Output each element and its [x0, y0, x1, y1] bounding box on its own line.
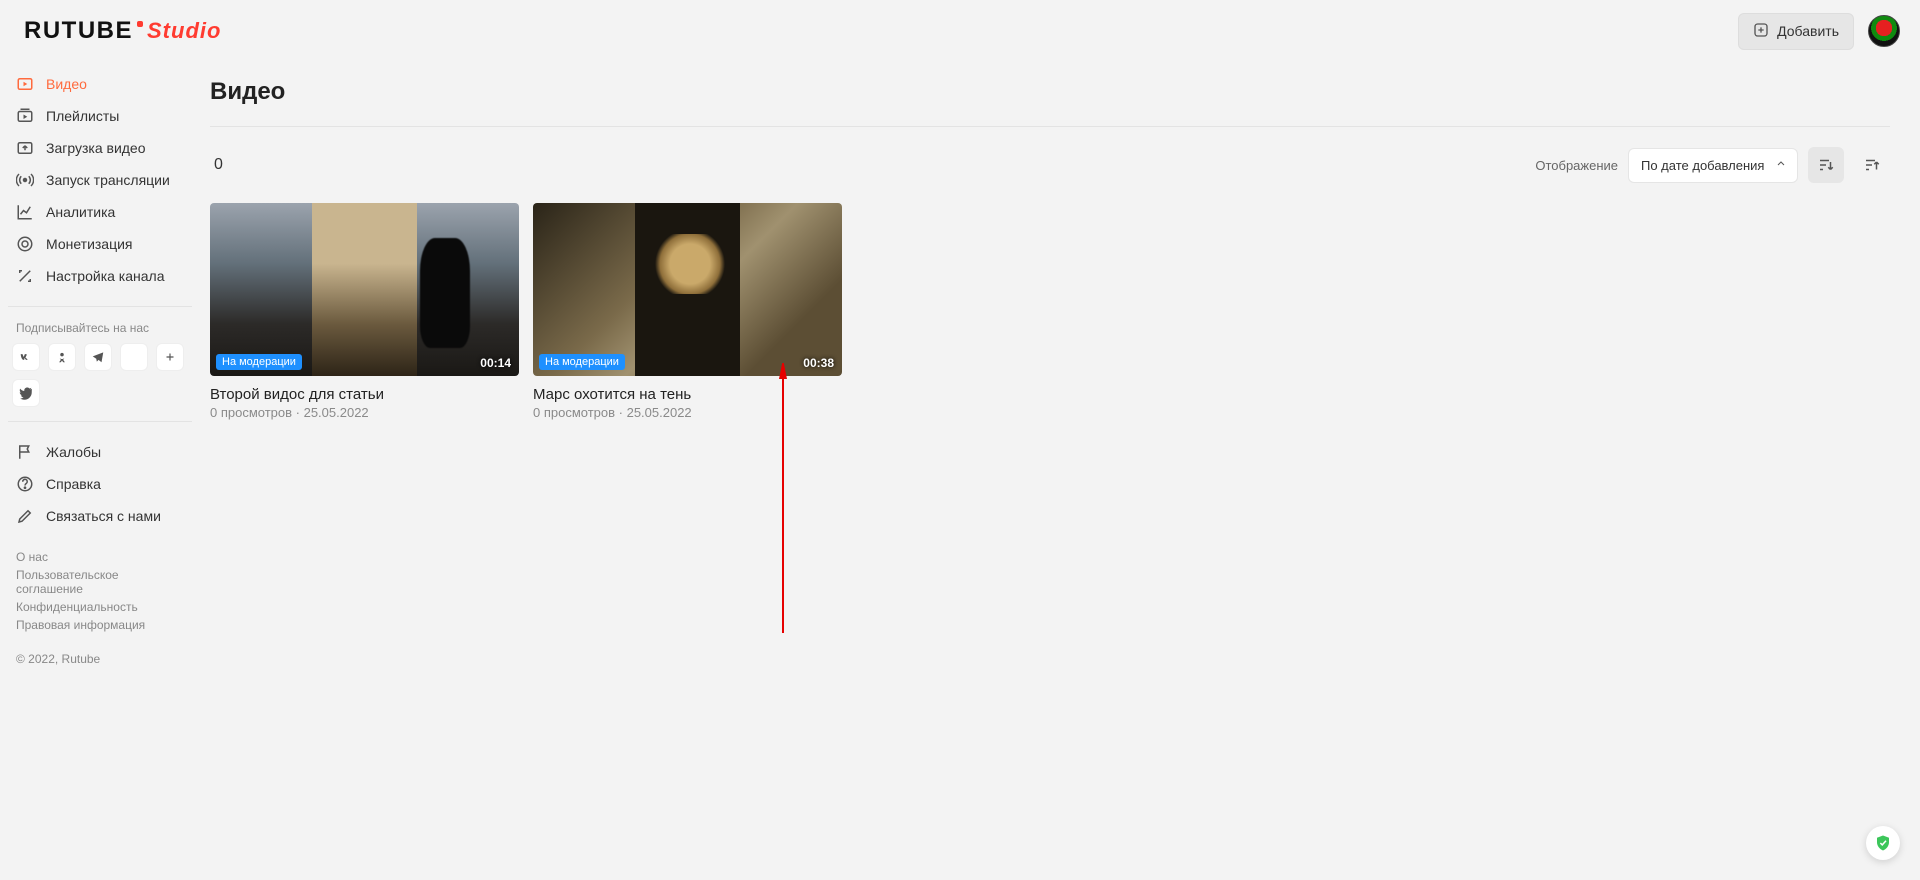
footer-link-legal[interactable]: Правовая информация	[16, 616, 184, 634]
page-title: Видео	[210, 72, 1890, 126]
sidebar-item-upload[interactable]: Загрузка видео	[0, 132, 200, 164]
wand-icon	[16, 267, 34, 285]
broadcast-icon	[16, 171, 34, 189]
sidebar-item-label: Плейлисты	[46, 108, 119, 124]
divider	[8, 421, 192, 422]
upload-icon	[16, 139, 34, 157]
sidebar-item-analytics[interactable]: Аналитика	[0, 196, 200, 228]
sidebar-item-contact[interactable]: Связаться с нами	[0, 500, 200, 532]
video-duration: 00:14	[480, 356, 511, 370]
sidebar-item-settings[interactable]: Настройка канала	[0, 260, 200, 292]
video-card: На модерации 00:14 Второй видос для стат…	[210, 203, 519, 420]
divider	[210, 126, 1890, 127]
sidebar-item-label: Запуск трансляции	[46, 172, 170, 188]
sidebar-item-label: Настройка канала	[46, 268, 165, 284]
sort-select-value: По дате добавления	[1641, 158, 1764, 173]
play-box-icon	[16, 75, 34, 93]
logo-dot-icon	[137, 21, 143, 27]
video-card: На модерации 00:38 Марс охотится на тень…	[533, 203, 842, 420]
video-sub: 0 просмотров · 25.05.2022	[210, 405, 519, 420]
footer-link-about[interactable]: О нас	[16, 548, 184, 566]
divider	[8, 306, 192, 307]
video-thumbnail[interactable]: На модерации 00:38	[533, 203, 842, 376]
edit-icon	[16, 507, 34, 525]
copyright: © 2022, Rutube	[0, 640, 200, 678]
sidebar-item-live[interactable]: Запуск трансляции	[0, 164, 200, 196]
social-ok-icon[interactable]	[48, 343, 76, 371]
social-telegram-icon[interactable]	[84, 343, 112, 371]
social-vk-icon[interactable]	[12, 343, 40, 371]
sidebar-item-help[interactable]: Справка	[0, 468, 200, 500]
sidebar-item-label: Аналитика	[46, 204, 115, 220]
sidebar-item-label: Загрузка видео	[46, 140, 146, 156]
toolbar: 0 Отображение По дате добавления	[210, 147, 1890, 183]
sort-select[interactable]: По дате добавления	[1628, 148, 1798, 183]
footer-link-privacy[interactable]: Конфиденциальность	[16, 598, 184, 616]
add-button[interactable]: Добавить	[1738, 13, 1854, 50]
sidebar-item-label: Связаться с нами	[46, 508, 161, 524]
sidebar-item-label: Жалобы	[46, 444, 101, 460]
social-plus-icon[interactable]	[156, 343, 184, 371]
header-bar: RUTUBE Studio Добавить	[0, 0, 1920, 62]
sidebar-item-label: Справка	[46, 476, 101, 492]
subscribe-label: Подписывайтесь на нас	[0, 321, 200, 343]
video-thumbnail[interactable]: На модерации 00:14	[210, 203, 519, 376]
chevron-up-icon	[1775, 158, 1787, 173]
logo-studio-text: Studio	[147, 18, 221, 44]
avatar[interactable]	[1868, 15, 1900, 47]
video-grid: На модерации 00:14 Второй видос для стат…	[210, 203, 1890, 420]
sidebar-item-label: Видео	[46, 76, 87, 92]
video-title[interactable]: Второй видос для статьи	[210, 386, 519, 403]
display-label: Отображение	[1535, 158, 1618, 173]
video-sub: 0 просмотров · 25.05.2022	[533, 405, 842, 420]
social-twitter-icon[interactable]	[12, 379, 40, 407]
footer-link-terms[interactable]: Пользовательское соглашение	[16, 566, 184, 598]
analytics-icon	[16, 203, 34, 221]
sidebar: Видео Плейлисты Загрузка видео Запуск тр…	[0, 62, 200, 880]
coin-icon	[16, 235, 34, 253]
sort-asc-button[interactable]	[1854, 147, 1890, 183]
sort-desc-button[interactable]	[1808, 147, 1844, 183]
question-icon	[16, 475, 34, 493]
status-badge: На модерации	[216, 354, 302, 370]
security-shield-icon[interactable]	[1866, 826, 1900, 860]
video-duration: 00:38	[803, 356, 834, 370]
sidebar-item-complaints[interactable]: Жалобы	[0, 436, 200, 468]
video-count: 0	[210, 156, 223, 174]
flag-icon	[16, 443, 34, 461]
logo[interactable]: RUTUBE Studio	[24, 17, 221, 45]
main-content: Видео 0 Отображение По дате добавления	[200, 62, 1920, 880]
sidebar-item-video[interactable]: Видео	[0, 68, 200, 100]
playlist-icon	[16, 107, 34, 125]
social-blank-icon[interactable]	[120, 343, 148, 371]
sidebar-item-label: Монетизация	[46, 236, 133, 252]
status-badge: На модерации	[539, 354, 625, 370]
sidebar-item-playlists[interactable]: Плейлисты	[0, 100, 200, 132]
plus-square-icon	[1753, 22, 1769, 41]
logo-text: RUTUBE	[24, 17, 133, 45]
sidebar-item-monetization[interactable]: Монетизация	[0, 228, 200, 260]
video-title[interactable]: Марс охотится на тень	[533, 386, 842, 403]
add-button-label: Добавить	[1777, 23, 1839, 39]
